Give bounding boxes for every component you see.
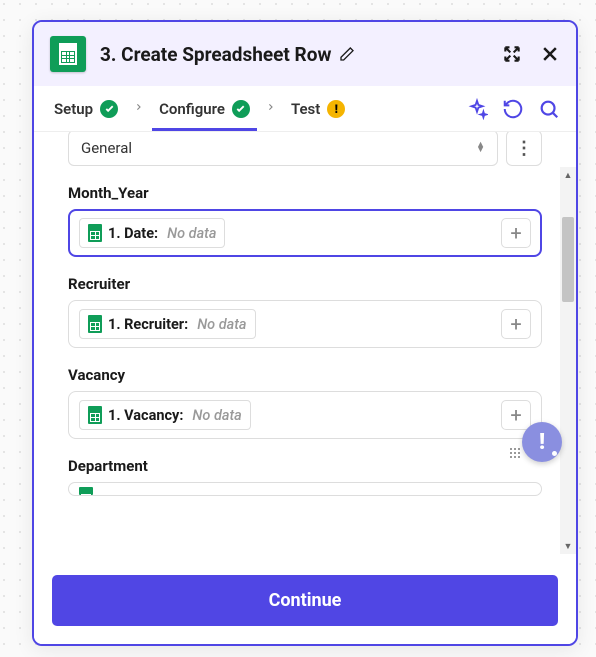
field-input[interactable]: 1. Vacancy: No data + xyxy=(68,391,542,439)
undo-icon[interactable] xyxy=(502,98,524,120)
field: Month_Year 1. Date: No data + xyxy=(68,184,542,257)
sheets-small-icon xyxy=(79,487,93,495)
scroll-up-icon[interactable]: ▲ xyxy=(560,167,576,183)
search-icon[interactable] xyxy=(538,98,560,120)
tab-setup-label: Setup xyxy=(54,100,93,118)
tab-configure-label: Configure xyxy=(159,100,225,118)
tab-configure[interactable]: Configure xyxy=(155,88,254,130)
tabs-row: Setup Configure Test ! xyxy=(34,86,576,132)
panel-header: 3. Create Spreadsheet Row xyxy=(34,22,576,86)
pill-main-text: 1. Vacancy: xyxy=(108,407,183,424)
field-input[interactable] xyxy=(68,482,542,496)
configure-form: General ▲▼ ⋮ Month_Year1. Date:No data+R… xyxy=(34,132,576,561)
step-panel: 3. Create Spreadsheet Row Setup xyxy=(32,20,578,646)
scrollbar[interactable]: ▲ ▼ xyxy=(560,167,576,554)
pill-nodata-text: No data xyxy=(167,225,216,242)
field: Department xyxy=(68,457,542,496)
field-label: Month_Year xyxy=(68,184,542,202)
expand-icon[interactable] xyxy=(502,44,522,64)
worksheet-more-button[interactable]: ⋮ xyxy=(506,132,542,166)
pill-nodata-text: No data xyxy=(197,316,246,333)
field-label: Vacancy xyxy=(68,366,542,384)
panel-title-text: 3. Create Spreadsheet Row xyxy=(100,43,331,66)
pill-main-text: 1. Date: xyxy=(108,225,158,242)
pill-nodata-text: No data xyxy=(192,407,241,424)
add-field-button[interactable]: + xyxy=(501,218,531,248)
close-icon[interactable] xyxy=(540,44,560,64)
field-label: Department xyxy=(68,457,542,475)
continue-button[interactable]: Continue xyxy=(52,575,558,626)
sheets-small-icon xyxy=(88,406,102,424)
data-pill[interactable]: 1. Recruiter: No data xyxy=(79,309,256,339)
sparkle-icon[interactable] xyxy=(466,98,488,120)
add-field-button[interactable]: + xyxy=(501,309,531,339)
scroll-down-icon[interactable]: ▼ xyxy=(560,538,576,554)
field: Recruiter 1. Recruiter: No data + xyxy=(68,275,542,348)
drag-handle-icon[interactable] xyxy=(510,448,522,460)
worksheet-value: General xyxy=(81,139,132,157)
check-icon xyxy=(100,100,118,118)
scroll-thumb[interactable] xyxy=(562,217,574,302)
field: Vacancy 1. Vacancy: No data + xyxy=(68,366,542,439)
warning-icon: ! xyxy=(327,100,345,118)
edit-title-icon[interactable] xyxy=(339,46,355,62)
alert-badge[interactable]: ! xyxy=(522,422,562,462)
data-pill[interactable]: 1. Vacancy: No data xyxy=(79,400,251,430)
add-field-button[interactable]: + xyxy=(501,400,531,430)
field-input[interactable]: 1. Date: No data + xyxy=(68,209,542,257)
pill-main-text: 1. Recruiter: xyxy=(108,316,188,333)
panel-title: 3. Create Spreadsheet Row xyxy=(100,43,488,66)
worksheet-select[interactable]: General ▲▼ xyxy=(68,132,498,166)
sort-chevrons-icon: ▲▼ xyxy=(476,143,485,153)
panel-footer: Continue xyxy=(34,561,576,644)
tab-test-label: Test xyxy=(291,100,320,118)
google-sheets-icon xyxy=(50,36,86,72)
tab-test[interactable]: Test ! xyxy=(287,88,349,130)
sheets-small-icon xyxy=(88,315,102,333)
tab-setup[interactable]: Setup xyxy=(50,88,122,130)
chevron-right-icon xyxy=(132,101,145,116)
sheets-small-icon xyxy=(88,224,102,242)
field-label: Recruiter xyxy=(68,275,542,293)
field-input[interactable]: 1. Recruiter: No data + xyxy=(68,300,542,348)
data-pill[interactable]: 1. Date: No data xyxy=(79,218,225,248)
check-icon xyxy=(232,100,250,118)
chevron-right-icon xyxy=(264,101,277,116)
worksheet-row: General ▲▼ ⋮ xyxy=(68,132,542,166)
